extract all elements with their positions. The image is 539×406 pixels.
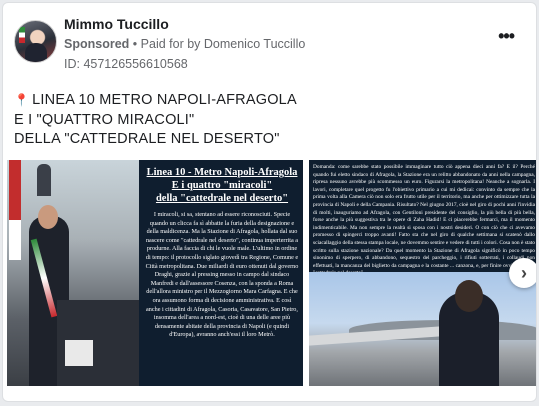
- card-1-title-1: Linea 10 - Metro Napoli-Afragola: [146, 167, 298, 178]
- paid-for-label: Paid for by Domenico Tuccillo: [140, 37, 306, 51]
- card-1-body: I miracoli, si sa, stentano ad essere ri…: [145, 211, 299, 339]
- ad-meta: Sponsored • Paid for by Domenico Tuccill…: [64, 37, 305, 51]
- carousel-card-1[interactable]: Linea 10 - Metro Napoli-Afragola E i qua…: [7, 160, 303, 386]
- page-name[interactable]: Mimmo Tuccillo: [64, 16, 169, 32]
- pin-icon: 📍: [14, 93, 30, 107]
- post-line-1: 📍 LINEA 10 METRO NAPOLI-AFRAGOLA: [14, 92, 297, 108]
- carousel: Linea 10 - Metro Napoli-Afragola E i qua…: [3, 160, 536, 392]
- ad-card: Mimmo Tuccillo Sponsored • Paid for by D…: [2, 2, 537, 402]
- chevron-right-icon[interactable]: ›: [509, 258, 536, 288]
- post-text: 📍 LINEA 10 METRO NAPOLI-AFRAGOLA E I "QUA…: [14, 91, 297, 150]
- card-1-title-3: della "cattedrale nel deserto": [155, 193, 289, 204]
- sponsored-label: Sponsored: [64, 37, 130, 51]
- card-2-photo: [309, 272, 536, 386]
- card-1-title-2: E i quattro "miracoli": [171, 180, 273, 191]
- card-1-photo: [7, 160, 139, 386]
- ad-id: ID: 457126556610568: [64, 57, 188, 71]
- meta-separator: •: [132, 37, 138, 51]
- post-line-3: DELLA "CATTEDRALE NEL DESERTO": [14, 131, 280, 147]
- more-options-icon[interactable]: •••: [498, 27, 515, 45]
- post-line-2: E I "QUATTRO MIRACOLI": [14, 111, 195, 128]
- avatar-figure: [25, 43, 47, 62]
- avatar[interactable]: [14, 20, 57, 63]
- avatar-flag: [19, 27, 25, 43]
- card-2-body: Domanda: come sarebbe stato possibile im…: [313, 164, 535, 276]
- carousel-card-2[interactable]: Domanda: come sarebbe stato possibile im…: [309, 160, 536, 386]
- card-1-text: Linea 10 - Metro Napoli-Afragola E i qua…: [145, 166, 299, 340]
